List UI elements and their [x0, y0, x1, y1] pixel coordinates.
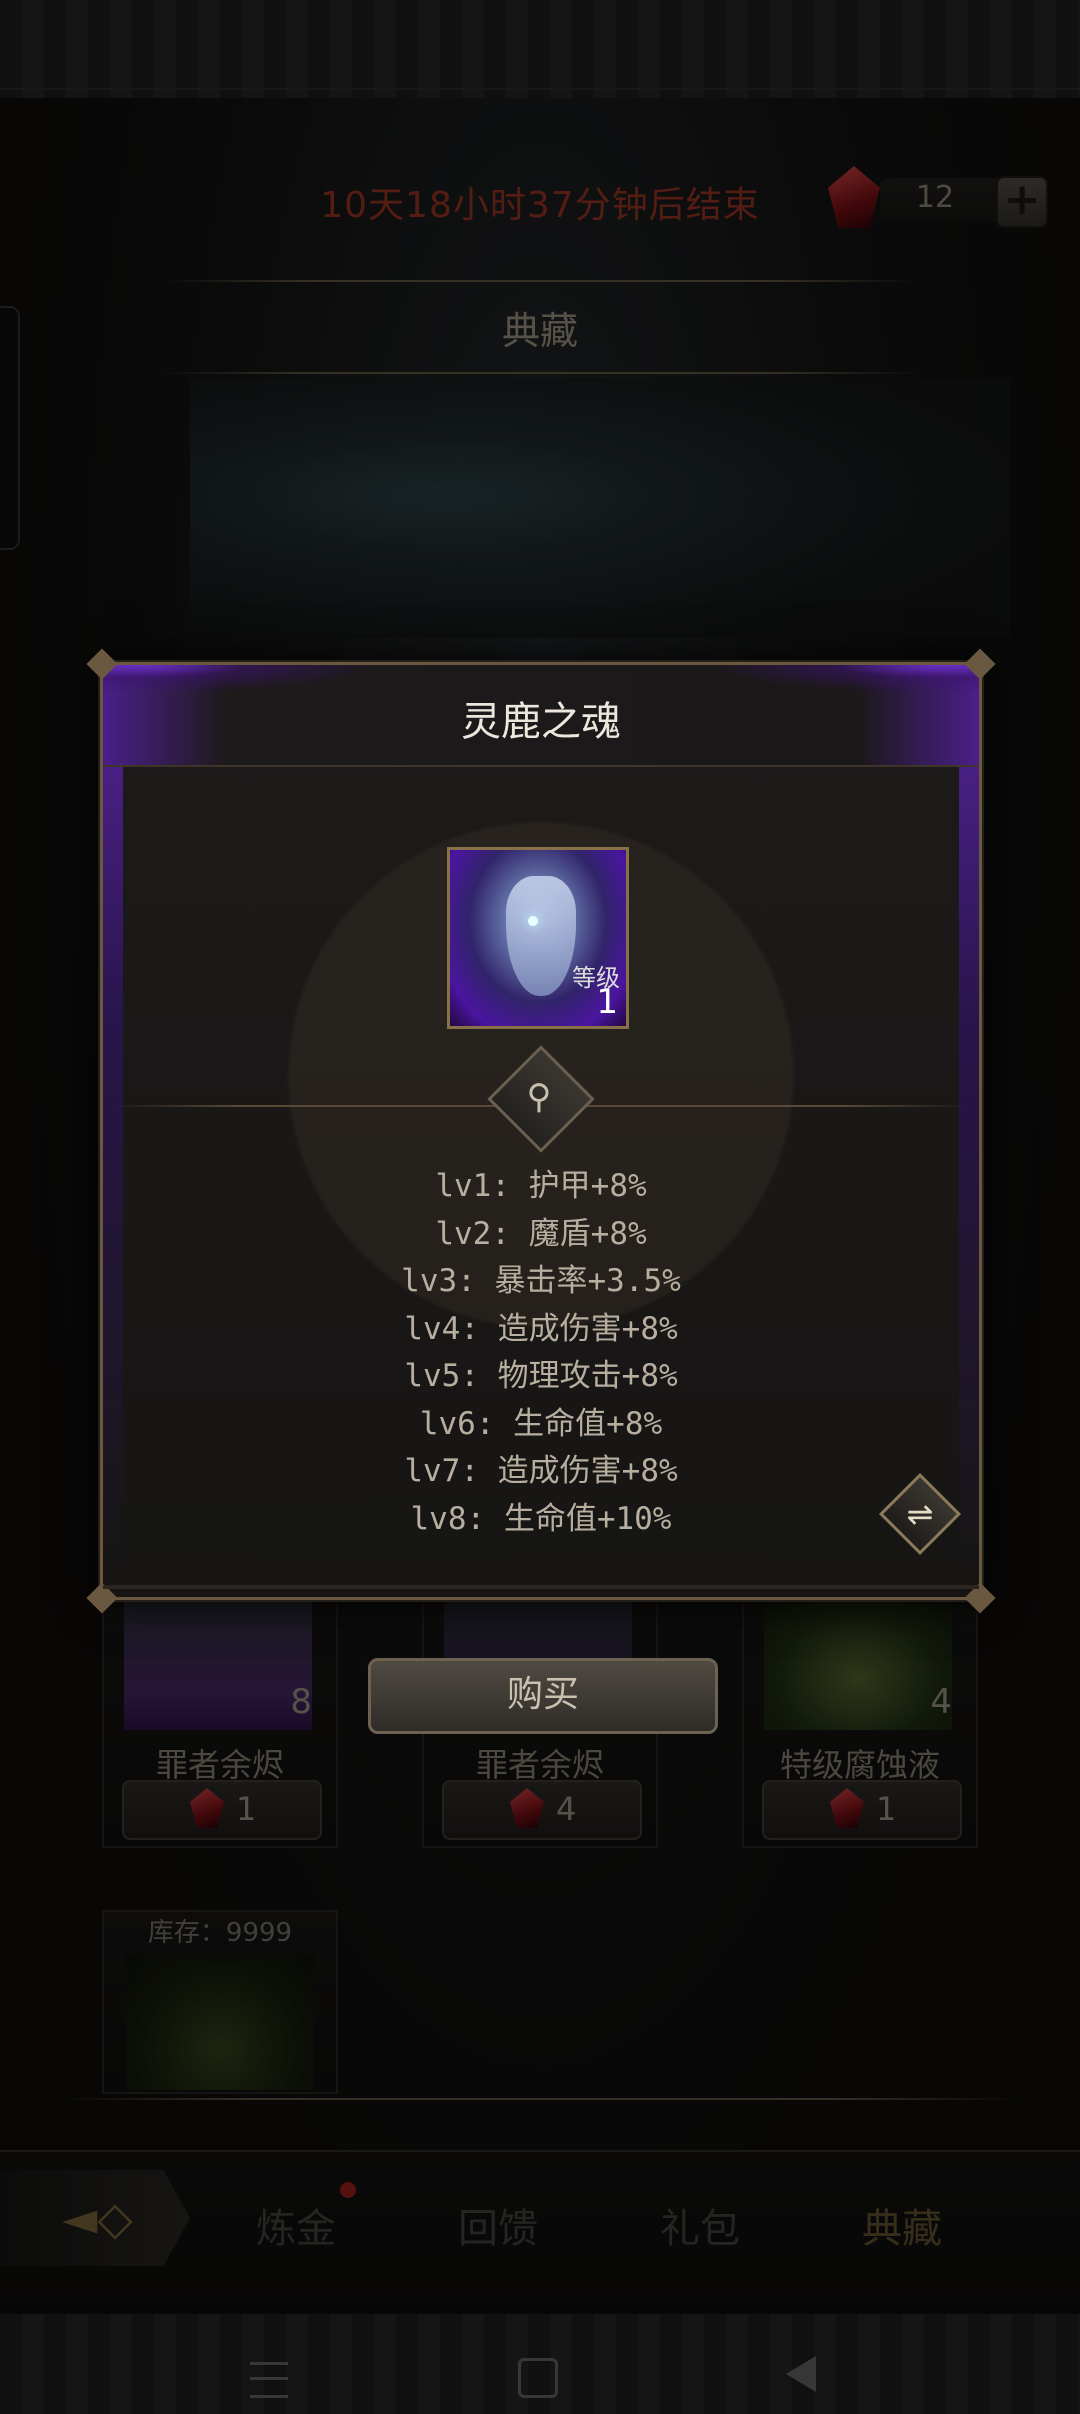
attribute-line: lv1: 护甲+8% [435, 1168, 647, 1204]
attribute-line: lv2: 魔盾+8% [435, 1215, 647, 1252]
attribute-line: lv5: 物理攻击+8% [404, 1358, 678, 1394]
attribute-line: lv8: 生命值+10% [410, 1500, 672, 1537]
modal-bottom-border [103, 1585, 979, 1589]
item-icon: 等级 1 [447, 847, 629, 1029]
buy-button[interactable]: 购买 [368, 1658, 718, 1734]
item-detail-modal: 灵鹿之魂 等级 1 ⚲ lv1: 护甲+8% lv2: 魔盾+8% lv3: 暴… [86, 648, 996, 1614]
spirit-deer-icon [506, 876, 576, 996]
attribute-line: lv6: 生命值+8% [419, 1405, 663, 1442]
modal-title: 灵鹿之魂 [461, 699, 621, 745]
attribute-line: lv4: 造成伤害+8% [404, 1310, 678, 1347]
magnifier-icon: ⚲ [526, 1077, 552, 1117]
attribute-line: lv7: 造成伤害+8% [404, 1453, 678, 1489]
level-value: 1 [596, 982, 618, 1022]
attribute-list: lv1: 护甲+8% lv2: 魔盾+8% lv3: 暴击率+3.5% lv4:… [103, 1163, 979, 1543]
deer-eye [528, 916, 538, 926]
scroll-toggle-icon: ⇌ [906, 1495, 934, 1533]
attribute-line: lv3: 暴击率+3.5% [401, 1263, 681, 1299]
